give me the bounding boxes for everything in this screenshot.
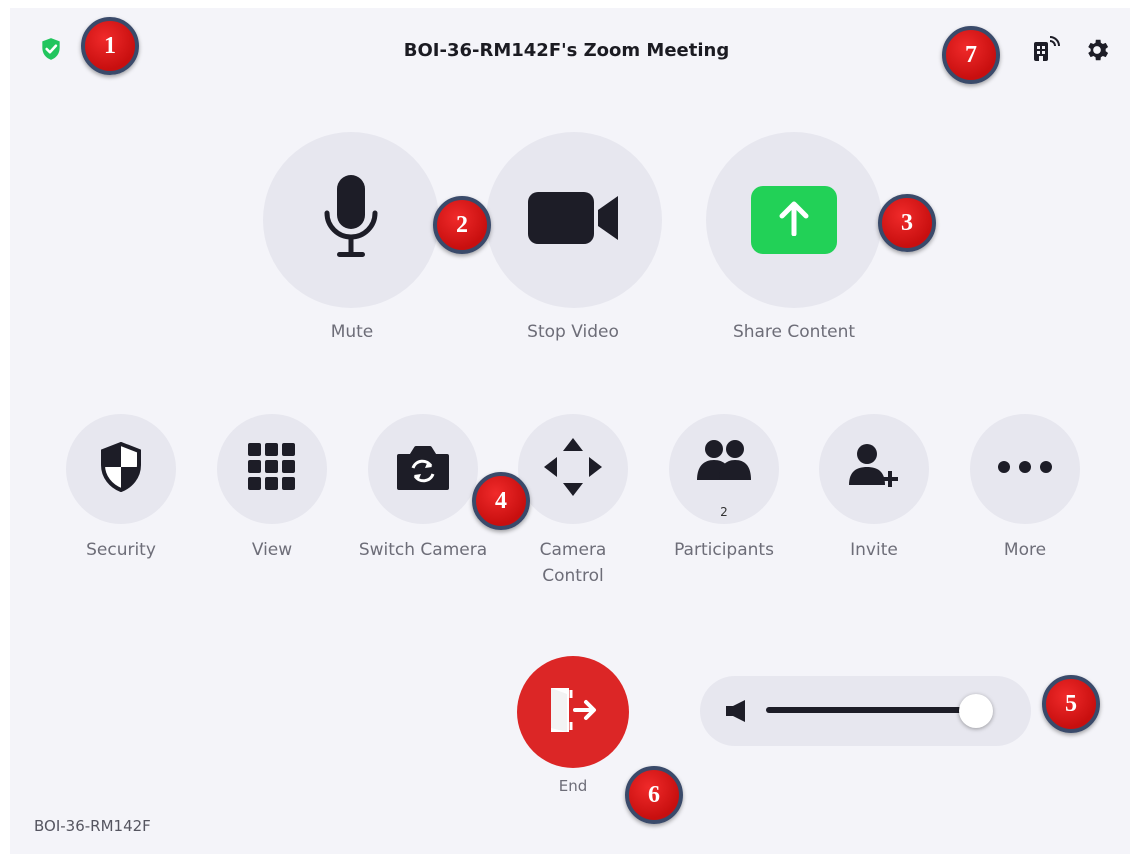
end-button[interactable] (517, 656, 629, 768)
add-user-icon (849, 443, 899, 496)
callout-2: 2 (433, 196, 491, 254)
video-camera-icon (528, 190, 620, 251)
volume-track[interactable] (766, 707, 976, 713)
mute-button[interactable] (263, 132, 439, 308)
callout-4: 4 (472, 472, 530, 530)
speaker-icon (726, 700, 746, 727)
volume-knob[interactable] (958, 694, 993, 728)
exit-door-icon (547, 686, 599, 739)
camera-control-label-line1: Camera (539, 540, 607, 560)
participants-icon (695, 438, 753, 487)
callout-1: 1 (81, 17, 139, 75)
invite-button[interactable] (819, 414, 929, 524)
room-signal-icon[interactable] (1030, 35, 1060, 65)
switch-camera-button[interactable] (368, 414, 478, 524)
view-button[interactable] (217, 414, 327, 524)
view-label: View (251, 540, 293, 560)
callout-5: 5 (1042, 675, 1100, 733)
invite-label: Invite (850, 540, 898, 560)
stop-video-button[interactable] (486, 132, 662, 308)
mute-label: Mute (330, 322, 374, 342)
callout-3: 3 (878, 194, 936, 252)
grid-icon (248, 442, 296, 496)
more-button[interactable] (970, 414, 1080, 524)
share-content-button[interactable] (706, 132, 882, 308)
callout-7: 7 (942, 26, 1000, 84)
share-tile (751, 186, 837, 254)
share-content-label: Share Content (732, 322, 856, 342)
camera-control-label-line2: Control (542, 566, 604, 586)
more-icon (997, 460, 1053, 479)
share-arrow-icon (778, 200, 810, 241)
volume-slider[interactable] (700, 676, 1031, 746)
participants-label: Participants (674, 540, 774, 560)
microphone-icon (321, 174, 381, 266)
switch-camera-icon (395, 444, 451, 495)
camera-control-label: Camera Control (493, 537, 653, 589)
stop-video-label: Stop Video (527, 322, 619, 342)
camera-control-button[interactable] (518, 414, 628, 524)
security-label: Security (86, 540, 156, 560)
room-name: BOI-36-RM142F (34, 817, 151, 835)
participants-count: 2 (720, 505, 728, 519)
callout-6: 6 (625, 766, 683, 824)
move-arrows-icon (544, 437, 602, 501)
switch-camera-label: Switch Camera (358, 540, 488, 560)
gear-icon[interactable] (1083, 36, 1111, 64)
more-label: More (1003, 540, 1047, 560)
shield-icon (99, 441, 143, 497)
security-button[interactable] (66, 414, 176, 524)
